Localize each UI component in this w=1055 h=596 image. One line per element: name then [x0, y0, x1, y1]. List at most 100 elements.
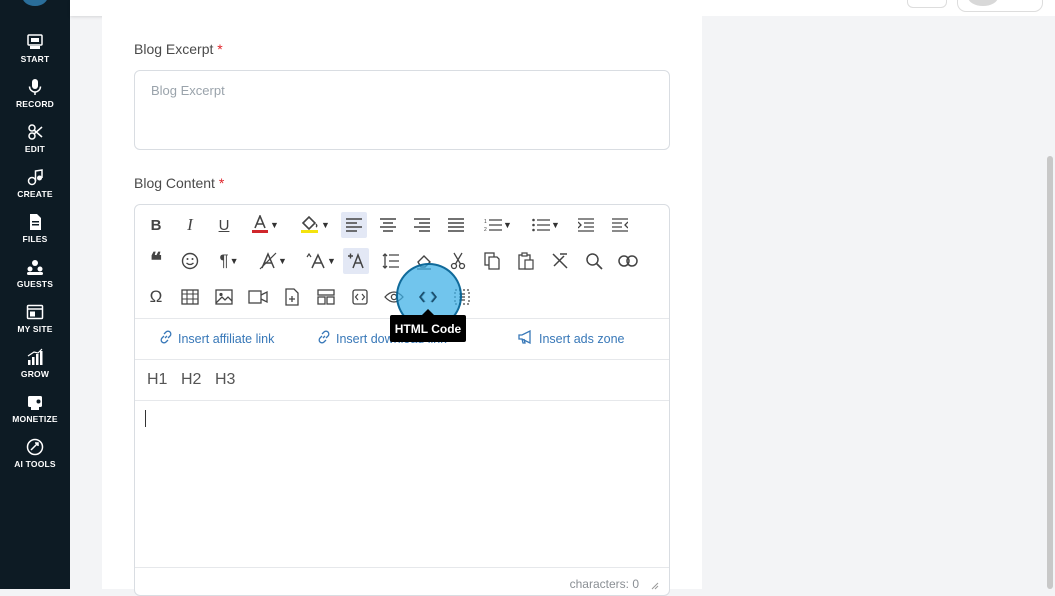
- image-icon: [215, 289, 233, 305]
- insert-image-button[interactable]: [211, 284, 237, 310]
- heading-2-button[interactable]: H2: [181, 371, 201, 389]
- grow-icon: [25, 347, 45, 367]
- insert-table-button[interactable]: [177, 284, 203, 310]
- scrollbar-thumb[interactable]: [1047, 156, 1053, 589]
- insert-affiliate-link[interactable]: Insert affiliate link: [159, 330, 274, 347]
- heading-1-button[interactable]: H1: [147, 371, 167, 389]
- embed-button[interactable]: [313, 284, 339, 310]
- insert-video-button[interactable]: [245, 284, 271, 310]
- smiley-icon: [181, 252, 199, 270]
- insert-ai-button[interactable]: [343, 248, 369, 274]
- microphone-icon: [25, 77, 45, 97]
- paint-bucket-icon: [300, 215, 320, 235]
- sidebar-item-label: EDIT: [24, 144, 46, 154]
- align-left-icon: [346, 218, 362, 232]
- heading-3-button[interactable]: H3: [215, 371, 235, 389]
- paragraph-style-icon: [259, 252, 277, 270]
- insert-ads-zone[interactable]: Insert ads zone: [518, 329, 624, 347]
- ai-write-icon: [347, 252, 365, 270]
- sidebar-item-label: RECORD: [15, 99, 55, 109]
- paragraph-format-button[interactable]: ¶ ▼: [211, 248, 247, 274]
- top-action-button[interactable]: [907, 0, 947, 8]
- excerpt-field[interactable]: Blog Excerpt: [134, 70, 670, 150]
- embed-icon: [317, 289, 335, 305]
- sidebar-item-record[interactable]: RECORD: [0, 77, 70, 122]
- link-icon: [618, 255, 638, 267]
- paragraph-icon: ¶: [219, 251, 229, 270]
- quote-button[interactable]: ❝: [143, 248, 169, 274]
- unordered-list-button[interactable]: ▼: [527, 212, 565, 238]
- sidebar-item-label: CREATE: [17, 189, 53, 199]
- align-right-button[interactable]: [409, 212, 435, 238]
- link-icon: [317, 330, 331, 347]
- sidebar-item-label: GUESTS: [16, 279, 54, 289]
- quote-icon: ❝: [150, 248, 162, 273]
- monetize-icon: [25, 392, 45, 412]
- align-left-button[interactable]: [341, 212, 367, 238]
- indent-button[interactable]: [573, 212, 599, 238]
- font-size-icon: [306, 252, 326, 270]
- special-characters-button[interactable]: Ω: [143, 284, 169, 310]
- sidebar-item-monetize[interactable]: MONETIZE: [0, 392, 70, 437]
- outdent-button[interactable]: [607, 212, 633, 238]
- sidebar-item-label: MONETIZE: [12, 414, 58, 424]
- sidebar-item-label: AI TOOLS: [14, 459, 56, 469]
- paste-button[interactable]: [513, 248, 539, 274]
- chevron-down-icon: ▼: [503, 220, 512, 230]
- video-icon: [248, 290, 268, 304]
- excerpt-label-text: Blog Excerpt: [134, 41, 214, 57]
- align-justify-button[interactable]: [443, 212, 469, 238]
- logo-icon[interactable]: [22, 0, 48, 6]
- footer-divider: [135, 567, 669, 568]
- code-icon: [418, 290, 438, 308]
- align-right-icon: [414, 218, 430, 232]
- edit-icon: [25, 122, 45, 142]
- align-justify-icon: [448, 218, 464, 232]
- chevron-down-icon: ▼: [229, 256, 239, 266]
- background-color-button[interactable]: ▼: [295, 212, 335, 238]
- ai-tools-icon: [25, 437, 45, 457]
- sidebar-item-my-site[interactable]: MY SITE: [0, 302, 70, 347]
- copy-button[interactable]: [479, 248, 505, 274]
- align-center-button[interactable]: [375, 212, 401, 238]
- insert-affiliate-link-label: Insert affiliate link: [178, 331, 275, 346]
- align-center-icon: [380, 218, 396, 232]
- sidebar-item-label: FILES: [22, 234, 48, 244]
- sidebar-item-grow[interactable]: GROW: [0, 347, 70, 392]
- sidebar-item-ai-tools[interactable]: AI TOOLS: [0, 437, 70, 482]
- start-icon: [25, 32, 45, 52]
- svg-text:1: 1: [484, 219, 487, 225]
- chevron-down-icon: ▼: [327, 256, 336, 266]
- content-label: Blog Content *: [134, 175, 224, 191]
- emoticons-button[interactable]: [177, 248, 203, 274]
- sidebar-item-label: GROW: [20, 369, 50, 379]
- paragraph-style-button[interactable]: ▼: [255, 248, 291, 274]
- line-height-button[interactable]: [377, 248, 403, 274]
- remove-format-button[interactable]: [547, 248, 573, 274]
- insert-link-button[interactable]: [615, 248, 641, 274]
- italic-button[interactable]: I: [177, 212, 203, 238]
- megaphone-icon: [518, 329, 534, 347]
- sidebar-item-files[interactable]: FILES: [0, 212, 70, 257]
- content-editable-area[interactable]: [135, 401, 669, 567]
- resize-handle-icon[interactable]: [649, 577, 659, 590]
- right-panel: [702, 16, 1055, 589]
- font-size-button[interactable]: ▼: [303, 248, 339, 274]
- search-icon: [585, 252, 603, 270]
- sidebar-item-create[interactable]: CREATE: [0, 167, 70, 212]
- text-color-button[interactable]: ▼: [245, 212, 285, 238]
- bold-icon: B: [150, 216, 162, 234]
- sidebar-item-label: MY SITE: [17, 324, 53, 334]
- sidebar-item-guests[interactable]: GUESTS: [0, 257, 70, 302]
- required-mark: *: [217, 41, 223, 57]
- code-view-button[interactable]: [347, 284, 373, 310]
- find-button[interactable]: [581, 248, 607, 274]
- ordered-list-button[interactable]: 12 ▼: [479, 212, 517, 238]
- ordered-list-icon: 12: [484, 218, 503, 232]
- sidebar-item-edit[interactable]: EDIT: [0, 122, 70, 167]
- underline-icon: U: [218, 216, 230, 234]
- bold-button[interactable]: B: [143, 212, 169, 238]
- underline-button[interactable]: U: [211, 212, 237, 238]
- insert-file-button[interactable]: [279, 284, 305, 310]
- sidebar-item-start[interactable]: START: [0, 32, 70, 77]
